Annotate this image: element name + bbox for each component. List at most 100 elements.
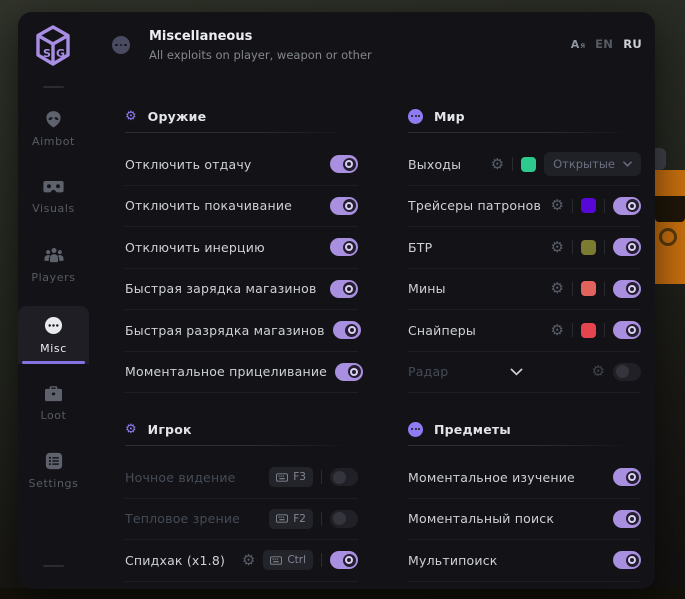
toggle[interactable] xyxy=(330,197,358,215)
color-swatch[interactable] xyxy=(581,198,596,213)
section-weapon: ⚙ Оружие Отключить отдачу Отключить пока… xyxy=(125,102,358,393)
row-mines: Мины ⚙ xyxy=(408,269,641,311)
sidebar-item-aimbot[interactable]: Aimbot xyxy=(18,100,89,158)
gear-icon[interactable]: ⚙ xyxy=(551,240,564,255)
row-instant-aim: Моментальное прицеливание xyxy=(125,352,358,394)
toggle[interactable] xyxy=(613,363,641,381)
divider xyxy=(604,240,605,254)
toggle[interactable] xyxy=(613,238,641,256)
divider xyxy=(572,282,573,296)
section-divider xyxy=(125,445,358,446)
sidebar-item-label: Misc xyxy=(40,342,67,355)
toggle[interactable] xyxy=(330,155,358,173)
section-title: Оружие xyxy=(148,109,207,124)
divider xyxy=(321,512,322,526)
row-thermal-vision: Тепловое зрение F2 xyxy=(125,499,358,541)
row-fast-reload: Быстрая зарядка магазинов xyxy=(125,269,358,311)
sidebar-item-label: Settings xyxy=(29,477,79,490)
lang-en[interactable]: EN xyxy=(595,37,613,51)
divider xyxy=(604,282,605,296)
row-night-vision: Ночное видение F3 xyxy=(125,457,358,499)
sidebar-item-label: Visuals xyxy=(32,202,75,215)
gear-icon[interactable]: ⚙ xyxy=(551,281,564,296)
divider xyxy=(604,199,605,213)
toggle[interactable] xyxy=(613,197,641,215)
toggle[interactable] xyxy=(330,468,358,486)
lang-ru[interactable]: RU xyxy=(623,37,642,51)
toggle[interactable] xyxy=(330,280,358,298)
row-disable-inertia: Отключить инерцию xyxy=(125,227,358,269)
row-disable-recoil: Отключить отдачу xyxy=(125,144,358,186)
ellipsis-icon xyxy=(408,422,423,437)
toggle[interactable] xyxy=(330,510,358,528)
page-subtitle: All exploits on player, weapon or other xyxy=(149,48,372,62)
sidebar-item-label: Loot xyxy=(40,409,66,422)
toggle[interactable] xyxy=(330,551,358,569)
gear-icon[interactable]: ⚙ xyxy=(551,323,564,338)
hotkey-badge[interactable]: F3 xyxy=(269,467,313,487)
section-items: Предметы Моментальное изучение Моменталь… xyxy=(408,415,641,582)
page-title: Miscellaneous xyxy=(149,29,252,44)
sidebar-item-players[interactable]: Players xyxy=(18,236,89,294)
gear-icon[interactable]: ⚙ xyxy=(551,198,564,213)
toggle[interactable] xyxy=(613,321,641,339)
color-swatch[interactable] xyxy=(581,281,596,296)
row-instant-examine: Моментальное изучение xyxy=(408,457,641,499)
row-bullet-tracers: Трейсеры патронов ⚙ xyxy=(408,186,641,228)
hotkey-badge[interactable]: Ctrl xyxy=(263,550,313,570)
translate-icon: Aя xyxy=(571,39,585,50)
active-indicator xyxy=(22,361,85,364)
section-title: Мир xyxy=(434,109,465,124)
gear-icon[interactable]: ⚙ xyxy=(592,364,605,379)
section-title: Игрок xyxy=(148,422,192,437)
divider xyxy=(604,323,605,337)
color-swatch[interactable] xyxy=(581,240,596,255)
section-title: Предметы xyxy=(434,422,511,437)
toggle[interactable] xyxy=(613,551,641,569)
gear-icon[interactable]: ⚙ xyxy=(242,553,255,568)
sidebar-item-misc[interactable]: Misc xyxy=(18,306,89,364)
section-avatar-ellipsis-icon xyxy=(112,36,130,54)
toggle[interactable] xyxy=(335,363,363,381)
billboard-fragment xyxy=(655,170,685,284)
toggle[interactable] xyxy=(613,510,641,528)
row-speedhack: Спидхак (x1.8) ⚙ Ctrl xyxy=(125,540,358,582)
briefcase-icon xyxy=(44,385,63,402)
toggle[interactable] xyxy=(613,468,641,486)
gear-icon[interactable]: ⚙ xyxy=(491,157,504,172)
alien-icon xyxy=(44,110,63,128)
svg-text:S: S xyxy=(43,47,51,60)
color-swatch[interactable] xyxy=(521,157,536,172)
sidebar-item-visuals[interactable]: Visuals xyxy=(18,168,89,226)
row-exits: Выходы ⚙ Открытые xyxy=(408,144,641,186)
toggle[interactable] xyxy=(330,238,358,256)
sidebar-item-label: Aimbot xyxy=(32,135,75,148)
toggle[interactable] xyxy=(333,321,361,339)
hotkey-badge[interactable]: F2 xyxy=(269,509,313,529)
sidebar-item-settings[interactable]: Settings xyxy=(18,442,89,500)
keyboard-icon xyxy=(276,473,288,482)
toggle[interactable] xyxy=(613,280,641,298)
chevron-down-icon[interactable] xyxy=(510,368,523,376)
players-icon xyxy=(44,247,64,264)
gear-icon: ⚙ xyxy=(125,423,137,436)
row-fast-unload: Быстрая разрядка магазинов xyxy=(125,310,358,352)
exits-dropdown[interactable]: Открытые xyxy=(544,152,641,176)
row-btr: БТР ⚙ xyxy=(408,227,641,269)
divider xyxy=(572,240,573,254)
sg-logo: S G xyxy=(34,24,72,68)
row-radar: Радар ⚙ xyxy=(408,352,641,394)
sidebar-top-divider xyxy=(43,86,64,88)
sidebar-item-loot[interactable]: Loot xyxy=(18,374,89,432)
vr-goggles-icon xyxy=(43,180,64,195)
row-disable-sway: Отключить покачивание xyxy=(125,186,358,228)
cheat-window: S G Miscellaneous All exploits on player… xyxy=(18,12,655,589)
ellipsis-icon xyxy=(44,316,63,335)
section-divider xyxy=(408,132,641,133)
row-snipers: Снайперы ⚙ xyxy=(408,310,641,352)
divider xyxy=(321,553,322,567)
section-divider xyxy=(408,445,641,446)
gear-icon: ⚙ xyxy=(125,110,137,123)
language-switcher: Aя EN RU xyxy=(571,37,642,51)
color-swatch[interactable] xyxy=(581,323,596,338)
